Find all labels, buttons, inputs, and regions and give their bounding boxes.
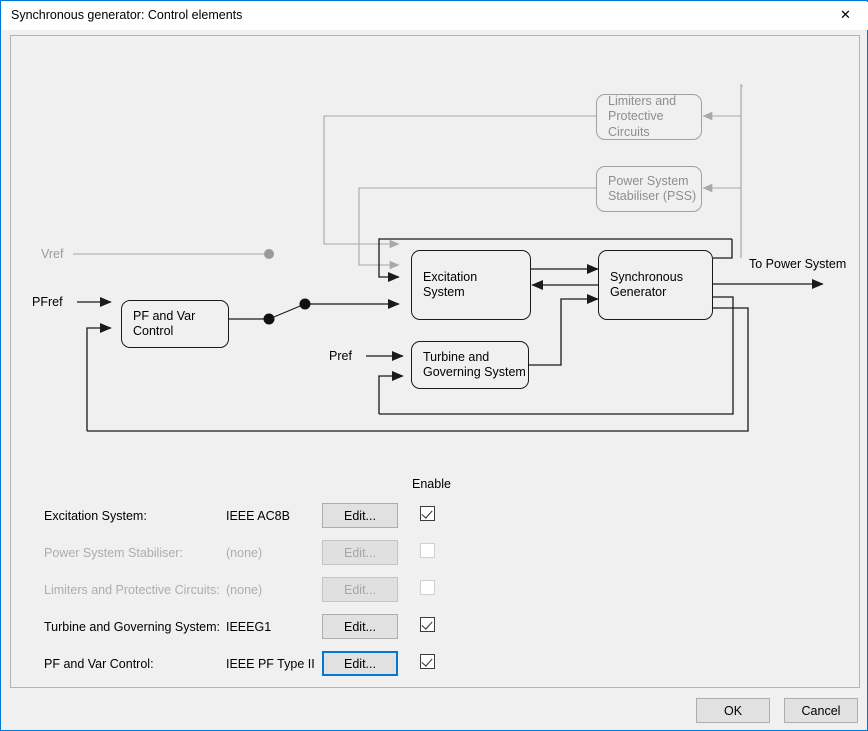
row-model-value: (none) [226, 546, 263, 560]
enable-checkbox-pf-and-var-control[interactable] [420, 654, 435, 669]
enable-checkbox-power-system-stabiliser[interactable] [420, 543, 435, 558]
block-label: Synchronous Generator [610, 269, 683, 300]
enable-checkbox-limiters-and-protective-circuits[interactable] [420, 580, 435, 595]
diagram-label-to-power-system: To Power System [749, 257, 847, 271]
diagram-block-limiters-and-protective-circuits: Limiters and Protective Circuits [596, 94, 702, 140]
content-panel: Limiters and Protective Circuits Power S… [10, 35, 860, 688]
row-label: Power System Stabiliser: [44, 546, 183, 560]
edit-button-limiters-and-protective-circuits: Edit... [322, 577, 398, 602]
diagram-block-excitation-system: Excitation System [411, 250, 531, 320]
diagram-block-turbine-and-governing-system: Turbine and Governing System [411, 341, 529, 389]
diagram-label-pfref: PFref [32, 295, 63, 309]
row-model-value: IEEE AC8B [226, 509, 290, 523]
block-label: PF and Var Control [133, 308, 196, 339]
dialog-window: Synchronous generator: Control elements … [0, 0, 868, 731]
close-icon[interactable]: ✕ [823, 2, 868, 29]
cancel-button[interactable]: Cancel [784, 698, 858, 723]
control-block-diagram: Limiters and Protective Circuits Power S… [11, 36, 859, 436]
edit-button-power-system-stabiliser: Edit... [322, 540, 398, 565]
enable-column-header: Enable [412, 477, 451, 491]
edit-button-turbine-and-governing-system[interactable]: Edit... [322, 614, 398, 639]
enable-checkbox-excitation-system[interactable] [420, 506, 435, 521]
window-title: Synchronous generator: Control elements [11, 8, 243, 22]
edit-button-pf-and-var-control[interactable]: Edit... [322, 651, 398, 676]
row-label: Turbine and Governing System: [44, 620, 221, 634]
row-model-value: IEEEG1 [226, 620, 272, 634]
block-label: Turbine and Governing System [423, 349, 526, 380]
diagram-block-pf-and-var-control: PF and Var Control [121, 300, 229, 348]
block-label: Excitation System [423, 269, 478, 300]
enable-checkbox-turbine-and-governing-system[interactable] [420, 617, 435, 632]
diagram-label-pref: Pref [329, 349, 352, 363]
row-model-value: IEEE PF Type II [226, 657, 315, 671]
row-label: Excitation System: [44, 509, 147, 523]
row-model-value: (none) [226, 583, 263, 597]
title-bar: Synchronous generator: Control elements … [2, 2, 868, 30]
diagram-block-synchronous-generator: Synchronous Generator [598, 250, 713, 320]
row-label: PF and Var Control: [44, 657, 154, 671]
ok-button[interactable]: OK [696, 698, 770, 723]
block-label: Limiters and Protective Circuits [608, 93, 677, 139]
block-label: Power System Stabiliser (PSS) [608, 173, 697, 204]
diagram-label-vref: Vref [41, 247, 64, 261]
edit-button-excitation-system[interactable]: Edit... [322, 503, 398, 528]
diagram-block-power-system-stabiliser: Power System Stabiliser (PSS) [596, 166, 702, 212]
row-label: Limiters and Protective Circuits: [44, 583, 220, 597]
